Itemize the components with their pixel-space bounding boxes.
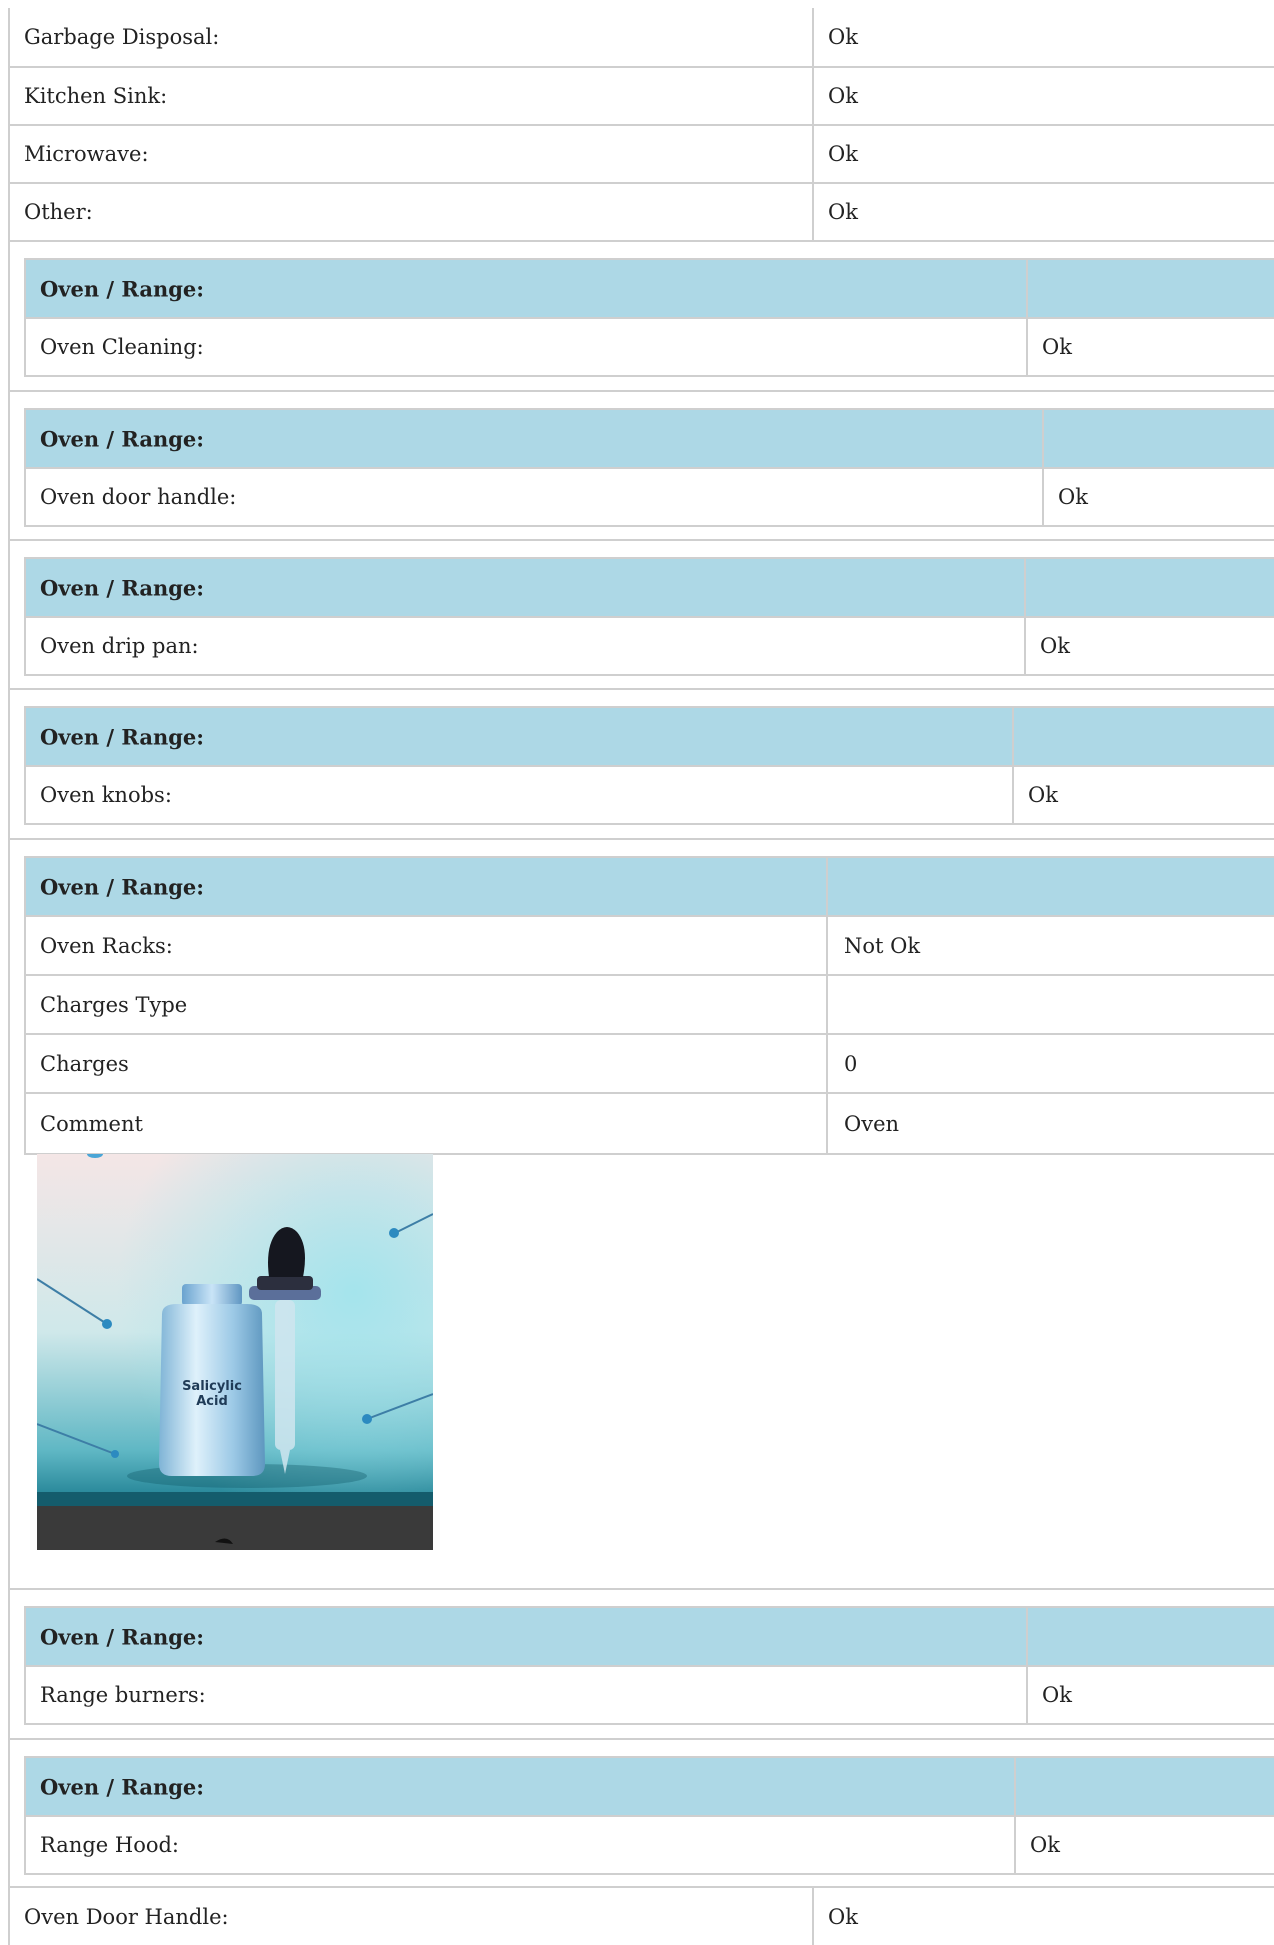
row-value: 0 bbox=[844, 1051, 858, 1076]
row-value: Ok bbox=[828, 142, 858, 166]
row-label: Range burners: bbox=[40, 1683, 206, 1707]
header-divider bbox=[826, 858, 828, 915]
bottle-label-line1: Salicylic bbox=[182, 1379, 242, 1394]
column-divider bbox=[812, 8, 814, 66]
column-divider bbox=[812, 184, 814, 240]
row-value: Ok bbox=[1058, 485, 1088, 509]
table-row: Range Hood: Ok bbox=[26, 1817, 1274, 1873]
row-label: Oven Cleaning: bbox=[40, 335, 204, 359]
row-oven-door-handle: Oven Door Handle: Ok bbox=[8, 1888, 1274, 1945]
column-divider bbox=[1012, 767, 1014, 823]
section-header: Oven / Range: bbox=[26, 559, 1274, 618]
row-value: Ok bbox=[1042, 1683, 1072, 1707]
row-label: Comment bbox=[40, 1111, 143, 1136]
table-row: Oven drip pan: Ok bbox=[26, 618, 1274, 674]
section-title: Oven / Range: bbox=[40, 874, 205, 899]
table-row: Oven door handle: Ok bbox=[26, 469, 1274, 525]
column-divider bbox=[812, 1888, 814, 1945]
table-row: Comment Oven bbox=[26, 1094, 1274, 1153]
section-header: Oven / Range: bbox=[26, 708, 1274, 767]
section-header: Oven / Range: bbox=[26, 1608, 1274, 1667]
row-kitchen-sink: Kitchen Sink: Ok bbox=[8, 68, 1274, 126]
row-value: Oven bbox=[844, 1111, 900, 1136]
column-divider bbox=[826, 1035, 828, 1092]
row-value: Ok bbox=[1030, 1833, 1060, 1857]
inspection-report: Garbage Disposal: Ok Kitchen Sink: Ok Mi… bbox=[0, 0, 1274, 1945]
row-value: Ok bbox=[828, 200, 858, 224]
column-divider bbox=[1014, 1817, 1016, 1873]
row-value: Ok bbox=[828, 84, 858, 108]
column-divider bbox=[1026, 319, 1028, 375]
section-range-burners: Oven / Range: Range burners: Ok bbox=[8, 1590, 1274, 1740]
row-label: Microwave: bbox=[24, 142, 149, 166]
column-divider bbox=[812, 68, 814, 124]
row-label: Oven Door Handle: bbox=[24, 1904, 229, 1929]
table-row: Charges 0 bbox=[26, 1035, 1274, 1094]
column-divider bbox=[826, 976, 828, 1033]
section-title: Oven / Range: bbox=[40, 276, 205, 301]
row-label: Oven knobs: bbox=[40, 783, 172, 807]
header-divider bbox=[1024, 559, 1026, 616]
section-title: Oven / Range: bbox=[40, 1774, 205, 1799]
section-oven-door-handle: Oven / Range: Oven door handle: Ok bbox=[8, 392, 1274, 541]
row-label: Oven drip pan: bbox=[40, 634, 199, 658]
header-divider bbox=[1042, 410, 1044, 467]
header-divider bbox=[1026, 260, 1028, 317]
section-header: Oven / Range: bbox=[26, 1758, 1274, 1817]
row-value: Ok bbox=[828, 1904, 858, 1929]
section-header: Oven / Range: bbox=[26, 858, 1274, 917]
column-divider bbox=[826, 917, 828, 974]
section-title: Oven / Range: bbox=[40, 426, 205, 451]
row-label: Oven Racks: bbox=[40, 933, 173, 958]
row-other: Other: Ok bbox=[8, 184, 1274, 242]
section-table: Oven / Range: Range Hood: Ok bbox=[24, 1756, 1274, 1875]
table-row: Oven knobs: Ok bbox=[26, 767, 1274, 823]
row-label: Kitchen Sink: bbox=[24, 84, 168, 108]
bottle-label-line2: Acid bbox=[196, 1394, 228, 1409]
row-value: Ok bbox=[1040, 634, 1070, 658]
section-table: Oven / Range: Oven Racks: Not Ok Charges… bbox=[24, 856, 1274, 1155]
salicylic-acid-photo: Salicylic Acid bbox=[37, 1154, 433, 1550]
table-row: Oven Racks: Not Ok bbox=[26, 917, 1274, 976]
section-table: Oven / Range: Oven knobs: Ok bbox=[24, 706, 1274, 825]
row-value: Not Ok bbox=[844, 933, 921, 958]
section-table: Oven / Range: Range burners: Ok bbox=[24, 1606, 1274, 1725]
row-value: Ok bbox=[1028, 783, 1058, 807]
row-label: Other: bbox=[24, 200, 93, 224]
table-row: Range burners: Ok bbox=[26, 1667, 1274, 1723]
row-label: Oven door handle: bbox=[40, 485, 237, 509]
attached-photo[interactable]: Salicylic Acid bbox=[37, 1154, 433, 1550]
row-label: Charges Type bbox=[40, 992, 188, 1017]
row-value: Ok bbox=[1042, 335, 1072, 359]
section-oven-drip-pan: Oven / Range: Oven drip pan: Ok bbox=[8, 541, 1274, 690]
column-divider bbox=[1042, 469, 1044, 525]
section-oven-cleaning: Oven / Range: Oven Cleaning: Ok bbox=[8, 242, 1274, 392]
section-title: Oven / Range: bbox=[40, 575, 205, 600]
section-title: Oven / Range: bbox=[40, 1624, 205, 1649]
header-divider bbox=[1014, 1758, 1016, 1815]
section-header: Oven / Range: bbox=[26, 410, 1274, 469]
row-label: Charges bbox=[40, 1051, 129, 1076]
header-divider bbox=[1012, 708, 1014, 765]
section-table: Oven / Range: Oven Cleaning: Ok bbox=[24, 258, 1274, 377]
section-title: Oven / Range: bbox=[40, 724, 205, 749]
table-row: Charges Type bbox=[26, 976, 1274, 1035]
row-value: Ok bbox=[828, 25, 858, 49]
section-header: Oven / Range: bbox=[26, 260, 1274, 319]
column-divider bbox=[1026, 1667, 1028, 1723]
table-row: Oven Cleaning: Ok bbox=[26, 319, 1274, 375]
header-divider bbox=[1026, 1608, 1028, 1665]
row-label: Range Hood: bbox=[40, 1833, 180, 1857]
column-divider bbox=[1024, 618, 1026, 674]
column-divider bbox=[812, 126, 814, 182]
row-garbage-disposal: Garbage Disposal: Ok bbox=[8, 8, 1274, 68]
row-microwave: Microwave: Ok bbox=[8, 126, 1274, 184]
column-divider bbox=[826, 1094, 828, 1153]
row-label: Garbage Disposal: bbox=[24, 25, 220, 49]
section-table: Oven / Range: Oven drip pan: Ok bbox=[24, 557, 1274, 676]
section-oven-knobs: Oven / Range: Oven knobs: Ok bbox=[8, 690, 1274, 840]
section-range-hood: Oven / Range: Range Hood: Ok bbox=[8, 1740, 1274, 1888]
section-table: Oven / Range: Oven door handle: Ok bbox=[24, 408, 1274, 527]
